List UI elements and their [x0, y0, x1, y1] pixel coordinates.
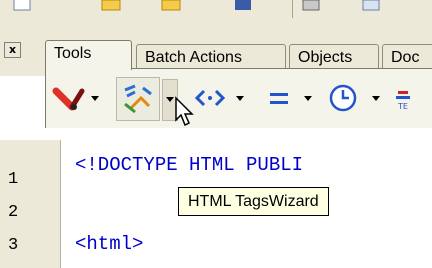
- code-line: <!DOCTYPE HTML PUBLI: [75, 154, 304, 176]
- tags-wizard-button[interactable]: [116, 77, 160, 121]
- chevron-down-icon[interactable]: [372, 96, 380, 101]
- angle-brackets-icon[interactable]: [194, 79, 226, 117]
- clock-icon[interactable]: [326, 79, 360, 117]
- tools-toolbar: TE: [45, 68, 432, 128]
- mouse-cursor-icon: [175, 96, 194, 127]
- tab-label: Doc: [391, 49, 420, 66]
- tab-tools[interactable]: Tools: [45, 40, 132, 70]
- line-number-gutter: 1 2 3: [0, 140, 61, 268]
- tab-label: Objects: [298, 49, 353, 66]
- preview-icon[interactable]: [360, 0, 382, 14]
- table-icon[interactable]: TE: [392, 79, 416, 117]
- svg-text:TE: TE: [397, 102, 408, 111]
- chevron-down-icon[interactable]: [304, 96, 312, 101]
- tab-batch-actions[interactable]: Batch Actions: [136, 44, 286, 68]
- line-number: 3: [8, 236, 19, 255]
- doc-icon[interactable]: [12, 0, 34, 14]
- line-number: 2: [8, 203, 19, 222]
- tab-doc[interactable]: Doc: [382, 44, 432, 68]
- folder-open-icon[interactable]: [160, 0, 182, 14]
- tags-wizard-icon: [124, 84, 152, 114]
- print-icon[interactable]: [300, 0, 322, 14]
- tooltip: HTML TagsWizard: [178, 187, 329, 216]
- tab-label: Batch Actions: [145, 49, 242, 66]
- paint-brush-icon[interactable]: [52, 79, 88, 117]
- close-icon[interactable]: x: [4, 42, 21, 58]
- top-toolbar: [0, 0, 432, 21]
- chevron-down-icon[interactable]: [91, 96, 99, 101]
- chevron-down-icon: [166, 97, 174, 102]
- toolbar-divider: [292, 0, 293, 18]
- folder-icon[interactable]: [100, 0, 122, 14]
- tab-label: Tools: [54, 45, 92, 62]
- line-number: 1: [8, 170, 19, 189]
- chevron-down-icon[interactable]: [236, 96, 244, 101]
- code-line: <html>: [75, 233, 144, 255]
- save-icon[interactable]: [232, 0, 254, 14]
- tab-objects[interactable]: Objects: [289, 44, 379, 68]
- equals-icon[interactable]: [266, 79, 292, 117]
